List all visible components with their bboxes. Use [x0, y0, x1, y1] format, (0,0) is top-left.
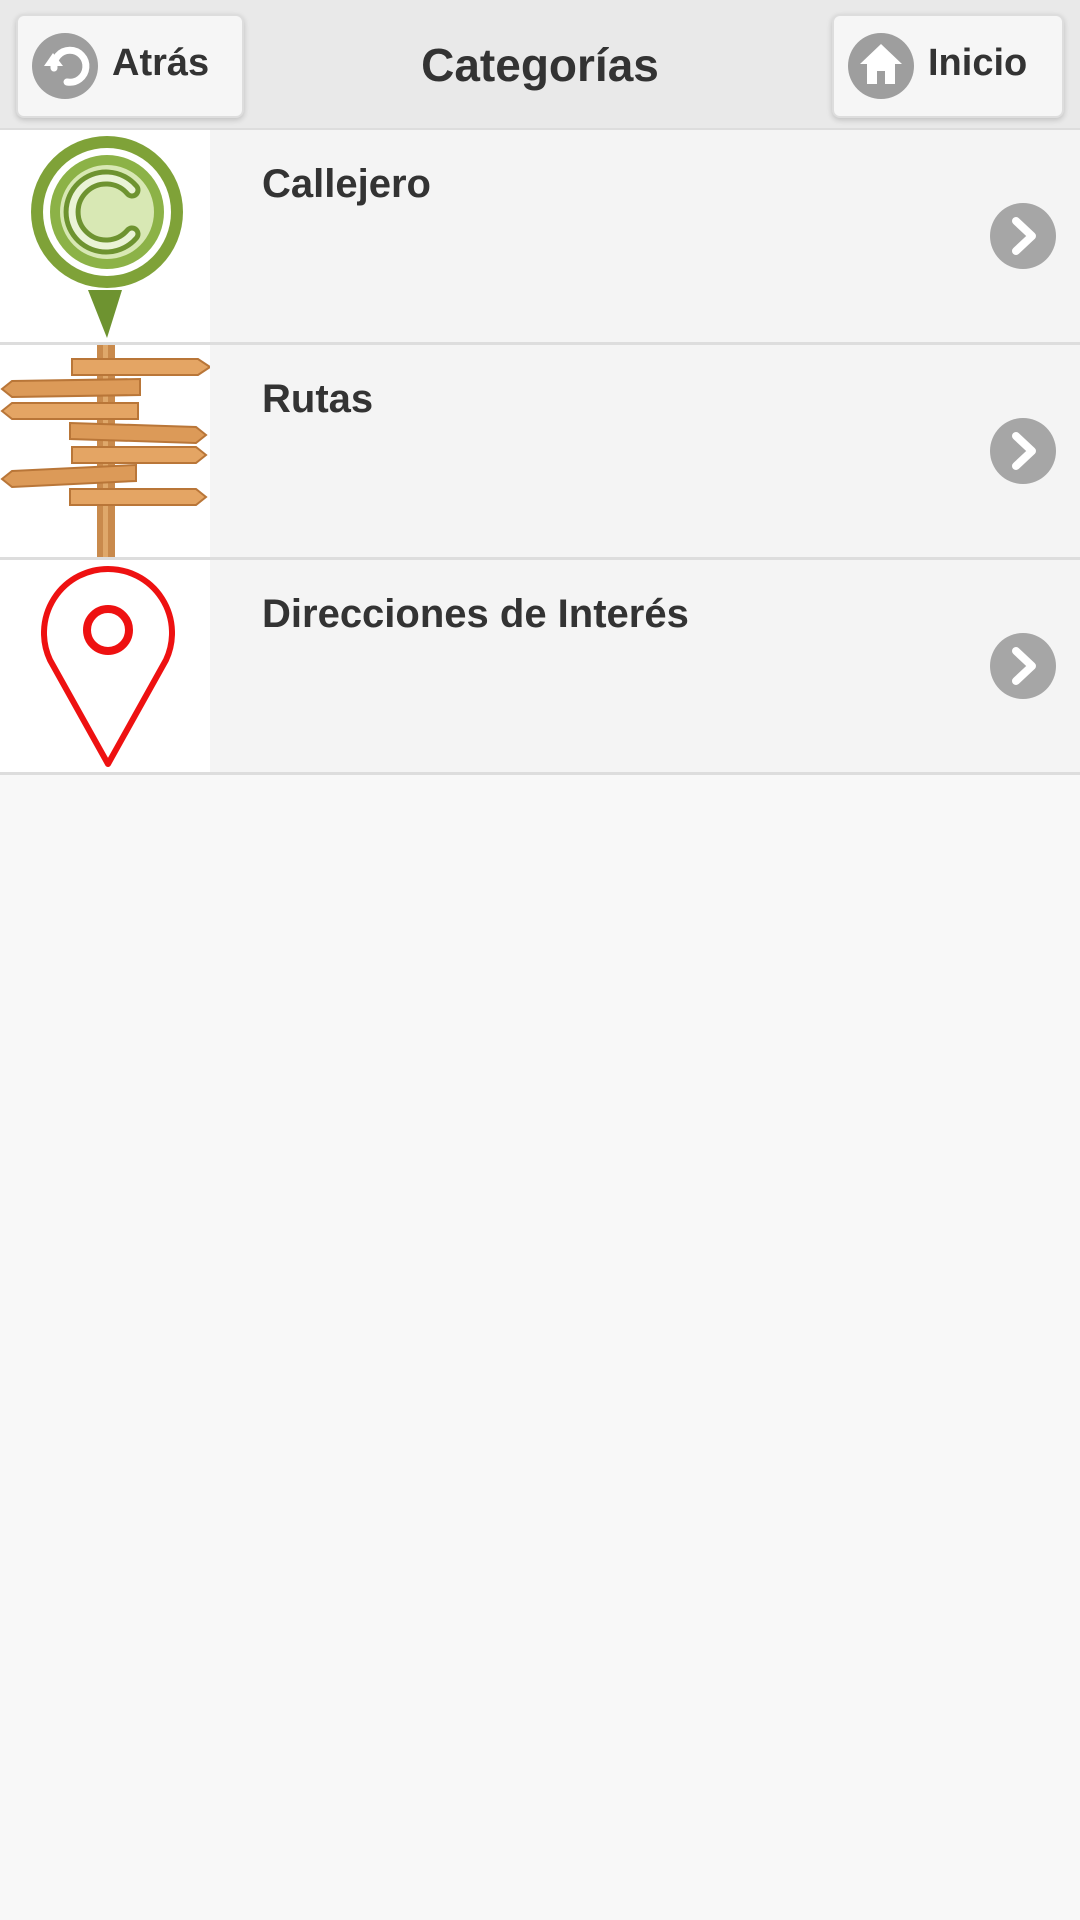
header-bar: Atrás Categorías Inicio — [0, 0, 1080, 130]
chevron-right-icon — [990, 203, 1056, 269]
back-button-label: Atrás — [112, 42, 210, 84]
list-item-label: Rutas — [262, 377, 374, 421]
red-location-pin-icon — [0, 560, 210, 772]
back-arrow-icon — [32, 33, 98, 99]
list-item-callejero[interactable]: Callejero — [0, 130, 1080, 345]
chevron-right-icon — [990, 633, 1056, 699]
home-button[interactable]: Inicio — [832, 14, 1064, 118]
list-item-rutas[interactable]: Rutas — [0, 345, 1080, 560]
home-icon — [848, 33, 914, 99]
street-map-pin-c-icon — [0, 130, 210, 342]
category-list: Callejero Rutas Direcciones de Interés — [0, 130, 1080, 775]
list-item-direcciones[interactable]: Direcciones de Interés — [0, 560, 1080, 775]
list-item-label: Direcciones de Interés — [262, 592, 689, 636]
home-button-label: Inicio — [928, 42, 1028, 84]
list-item-label: Callejero — [262, 162, 431, 206]
page-title: Categorías — [421, 39, 659, 91]
chevron-right-icon — [990, 418, 1056, 484]
wooden-signpost-icon — [0, 345, 210, 557]
back-button[interactable]: Atrás — [16, 14, 244, 118]
